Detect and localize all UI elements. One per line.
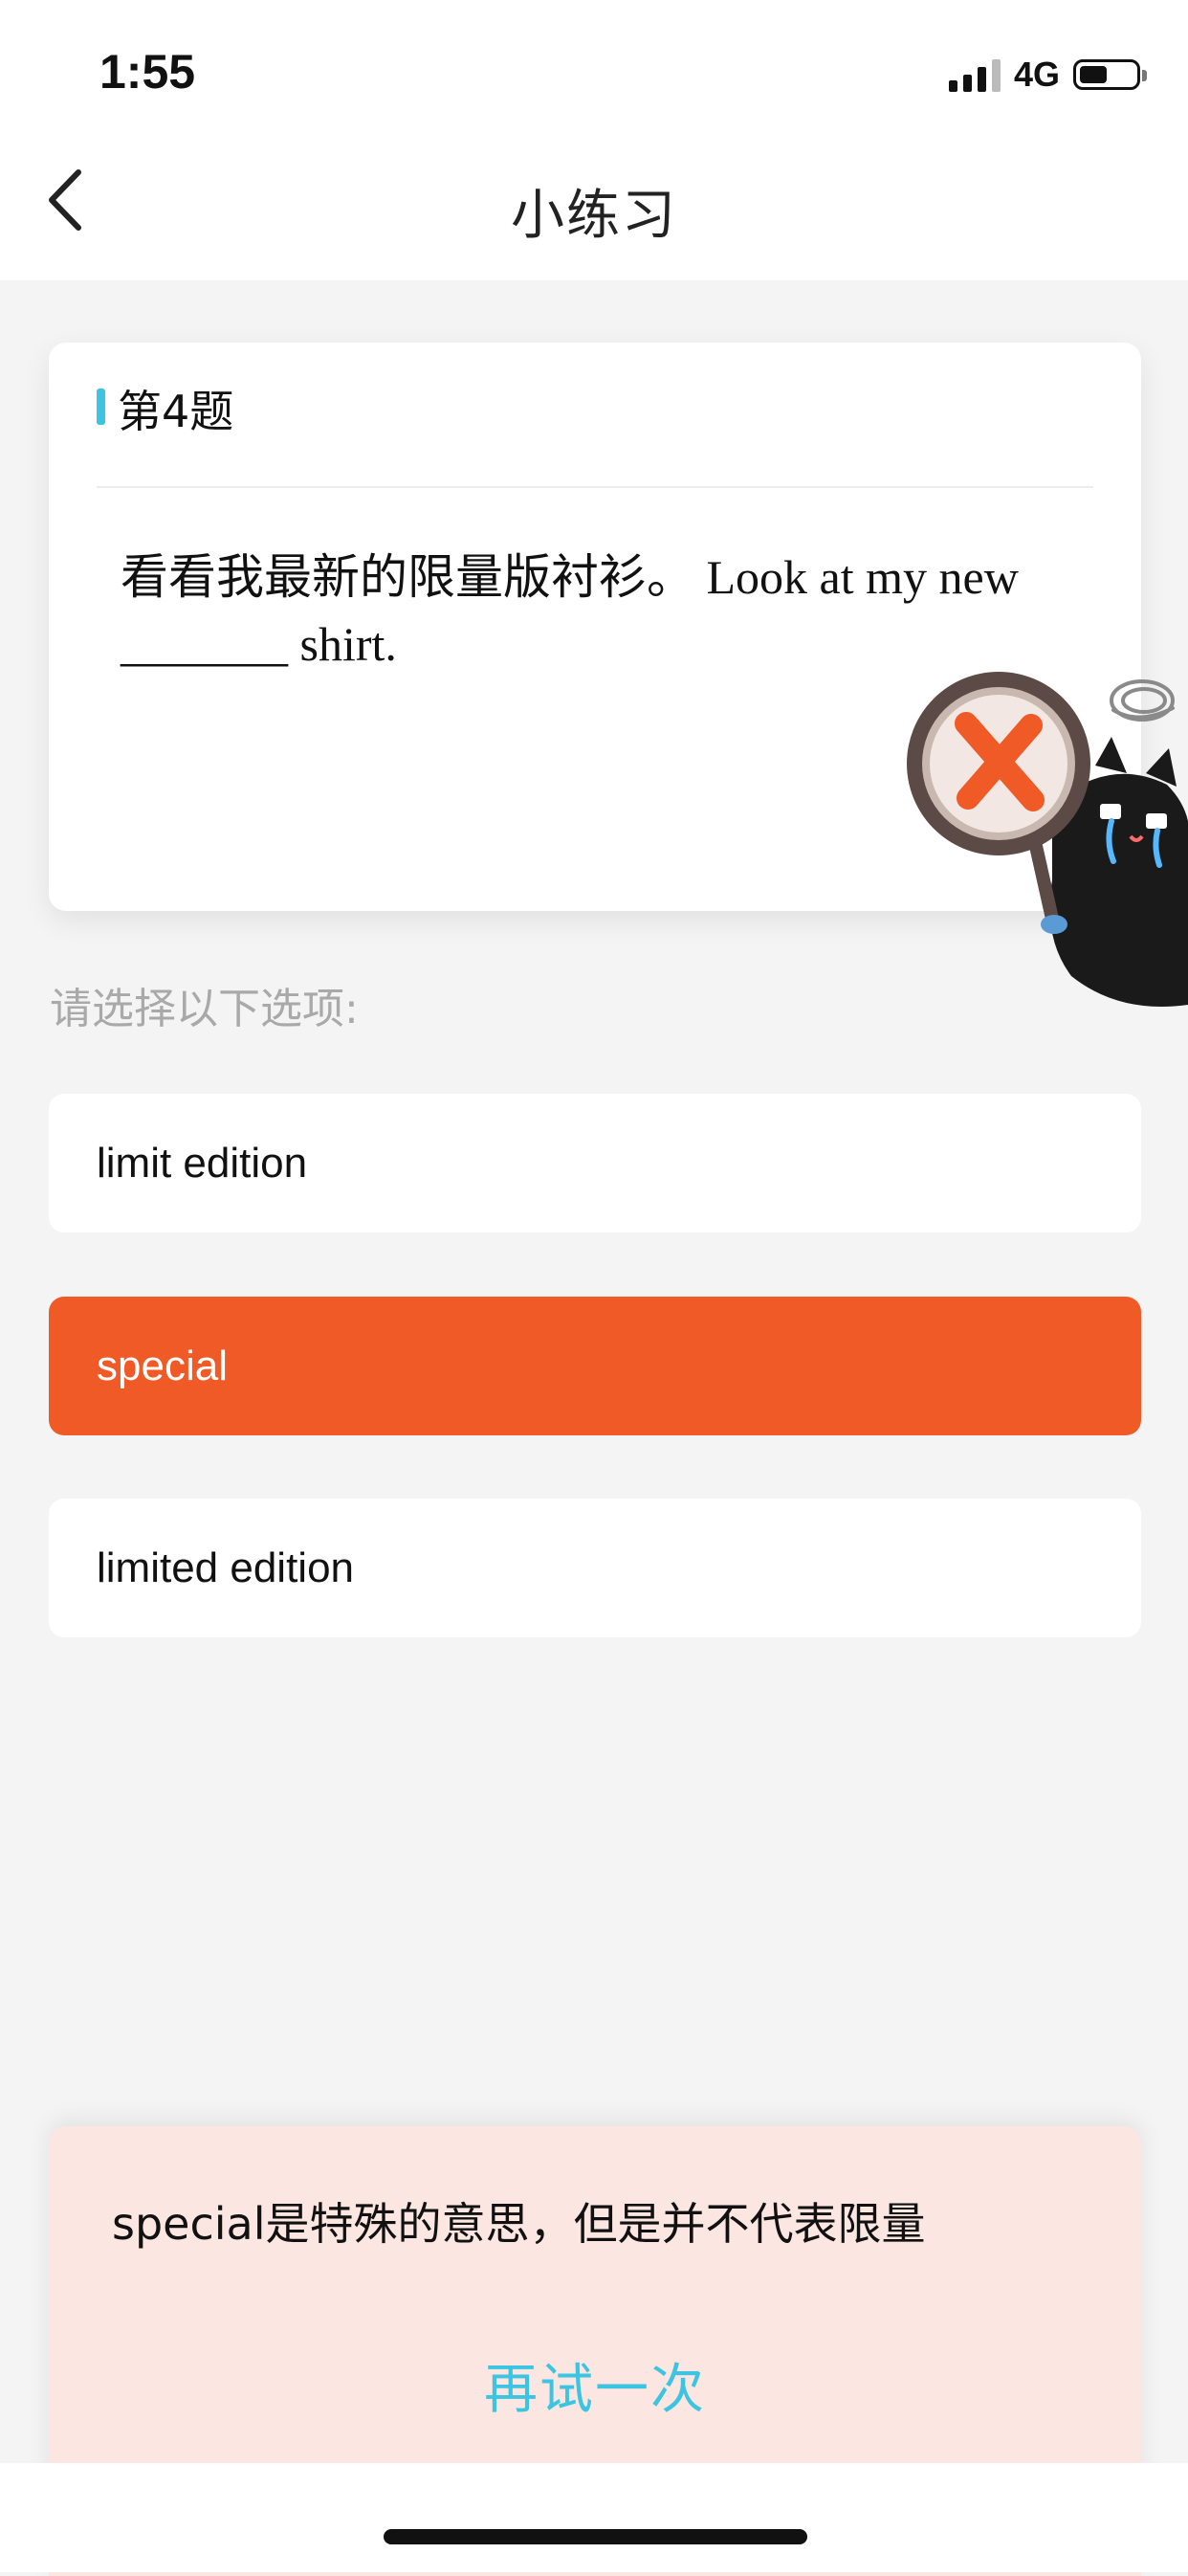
question-text: 看看我最新的限量版衬衫。 Look at my new _______ shir… [121, 550, 1019, 671]
options-prompt: 请选择以下选项: [50, 985, 359, 1033]
option-label: limit edition [97, 1139, 308, 1187]
option-3[interactable]: limited edition [49, 1499, 1141, 1637]
option-2-selected-wrong[interactable]: special [49, 1297, 1141, 1435]
option-label: special [97, 1342, 228, 1389]
battery-icon [1073, 59, 1147, 90]
question-number: 第4题 [118, 386, 234, 437]
option-1[interactable]: limit edition [49, 1094, 1141, 1232]
home-indicator[interactable] [384, 2529, 807, 2544]
home-bar-area [0, 2463, 1188, 2572]
feedback-explanation: special是特殊的意思，但是并不代表限量 [112, 2198, 926, 2250]
question-accent-bar [97, 389, 105, 425]
divider [97, 486, 1093, 488]
option-label: limited edition [97, 1543, 355, 1591]
status-time: 1:55 [99, 45, 196, 99]
header-area: 1:55 4G 小练习 [0, 0, 1188, 280]
signal-icon [948, 57, 1001, 92]
retry-button[interactable]: 再试一次 [49, 2346, 1141, 2424]
status-icons: 4G [948, 54, 1147, 96]
network-label: 4G [1013, 55, 1060, 94]
page-title: 小练习 [511, 185, 677, 247]
wrong-answer-cat-sticker [890, 660, 1188, 1014]
